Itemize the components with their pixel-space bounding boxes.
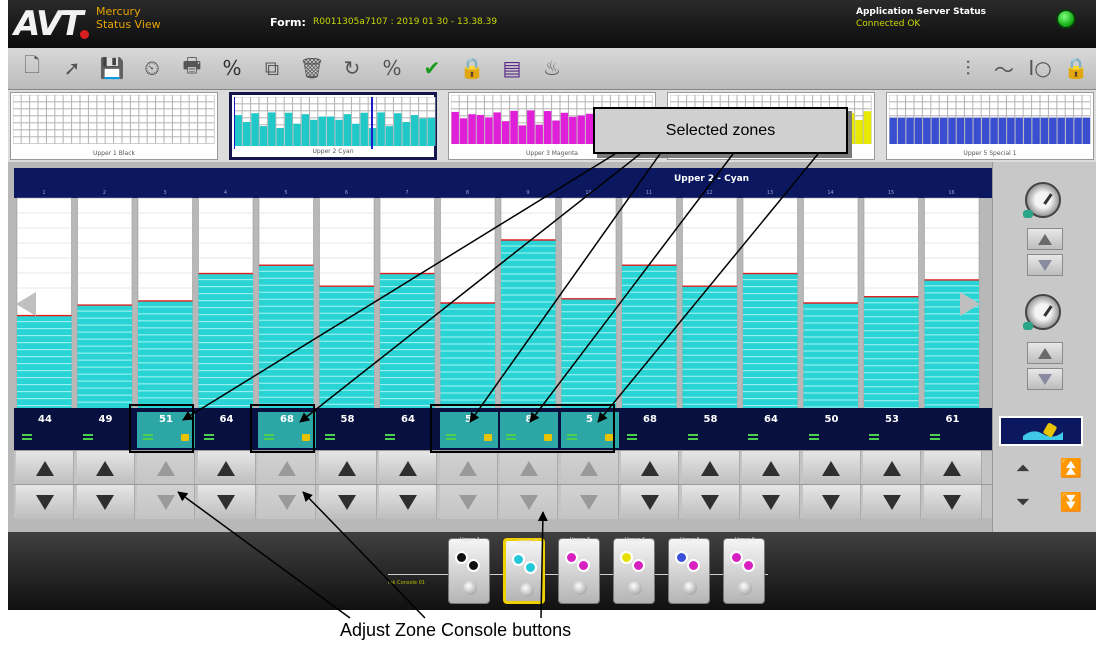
- callout-arrows: [177, 153, 819, 619]
- arrow-to-zone-5: [299, 153, 641, 423]
- arrow-to-zone-5-buttons: [302, 491, 426, 619]
- arrow-to-zone-9-buttons: [537, 511, 548, 619]
- screenshot-figure: AVT Mercury Status View Form: R0011305a7…: [0, 0, 1096, 648]
- selection-box-zones-8-10: [430, 404, 615, 453]
- selection-box-zone-3: [129, 404, 194, 453]
- arrow-to-zone-3-buttons: [177, 491, 351, 619]
- annotation-overlay: [129, 153, 819, 619]
- arrow-to-zone-3: [182, 153, 616, 421]
- selection-boxes: [129, 404, 615, 453]
- selection-box-zone-5: [250, 404, 315, 453]
